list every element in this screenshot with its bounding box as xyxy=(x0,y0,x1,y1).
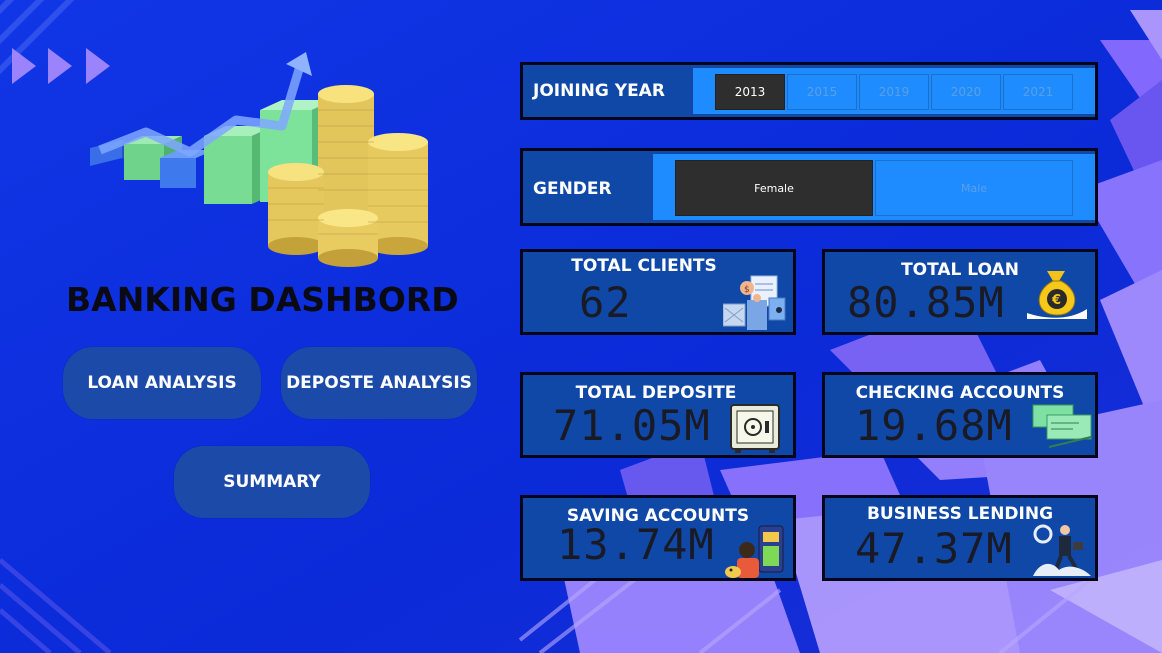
gender-options: Female Male xyxy=(653,154,1095,220)
deposit-analysis-button[interactable]: DEPOSTE ANALYSIS xyxy=(281,347,477,419)
joining-year-slicer: JOINING YEAR 2013 2015 2019 2020 2021 xyxy=(520,62,1098,120)
gender-option-male[interactable]: Male xyxy=(875,160,1073,216)
loan-analysis-button[interactable]: LOAN ANALYSIS xyxy=(63,347,261,419)
kpi-card-checking-accounts: CHECKING ACCOUNTS 19.68M xyxy=(822,372,1098,458)
business-person-icon xyxy=(1033,524,1091,576)
kpi-label: TOTAL CLIENTS xyxy=(571,256,717,276)
kpi-card-total-loan: TOTAL LOAN 80.85M € xyxy=(822,249,1098,335)
safe-icon xyxy=(730,404,780,453)
year-option-2019[interactable]: 2019 xyxy=(859,74,929,110)
year-option-2013[interactable]: 2013 xyxy=(715,74,785,110)
svg-text:$: $ xyxy=(744,285,750,295)
gender-label: GENDER xyxy=(533,179,612,199)
joining-year-label: JOINING YEAR xyxy=(533,81,665,101)
kpi-value: 71.05M xyxy=(553,401,711,450)
piggy-savings-icon xyxy=(725,525,784,578)
kpi-value: 13.74M xyxy=(557,520,715,569)
finance-growth-illustration xyxy=(90,52,428,267)
dashboard-title: BANKING DASHBORD xyxy=(66,280,459,319)
bank-teller-icon: $ xyxy=(723,275,786,330)
year-option-2015[interactable]: 2015 xyxy=(787,74,857,110)
kpi-value: 19.68M xyxy=(855,401,1013,450)
year-option-2020[interactable]: 2020 xyxy=(931,74,1001,110)
summary-button[interactable]: SUMMARY xyxy=(174,446,370,518)
money-bag-euro-icon: € xyxy=(1027,271,1087,319)
kpi-card-business-lending: BUSINESS LENDING 47.37M xyxy=(822,495,1098,581)
joining-year-options: 2013 2015 2019 2020 2021 xyxy=(693,68,1095,114)
kpi-value: 62 xyxy=(579,278,632,327)
kpi-card-total-deposit: TOTAL DEPOSITE 71.05M xyxy=(520,372,796,458)
gender-option-female[interactable]: Female xyxy=(675,160,873,216)
kpi-value: 47.37M xyxy=(855,524,1013,573)
year-option-2021[interactable]: 2021 xyxy=(1003,74,1073,110)
kpi-card-saving-accounts: SAVING ACCOUNTS 13.74M xyxy=(520,495,796,581)
cheque-icon xyxy=(1032,404,1092,448)
kpi-value: 80.85M xyxy=(847,278,1005,327)
gender-slicer: GENDER Female Male xyxy=(520,148,1098,226)
kpi-card-total-clients: TOTAL CLIENTS 62 $ xyxy=(520,249,796,335)
svg-text:€: € xyxy=(1051,293,1061,308)
kpi-label: CHECKING ACCOUNTS xyxy=(855,383,1065,403)
